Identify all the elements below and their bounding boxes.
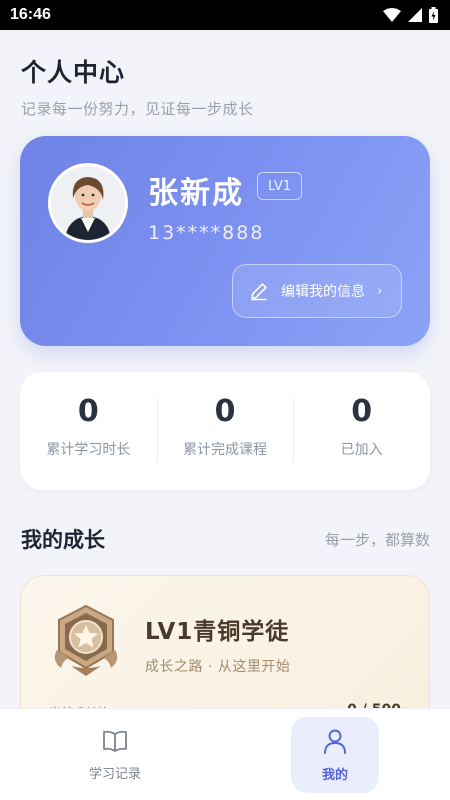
- user-icon: [323, 728, 347, 758]
- wifi-icon: [383, 8, 401, 22]
- rank-subtitle: 成长之路 · 从这里开始: [145, 659, 291, 675]
- growth-section-title: 我的成长: [21, 528, 105, 552]
- rank-title: LV1青铜学徒: [145, 619, 290, 645]
- status-time: 16:46: [10, 6, 51, 23]
- user-phone: 13****888: [148, 222, 265, 244]
- edit-profile-button[interactable]: 编辑我的信息 ›: [232, 264, 402, 318]
- bronze-medal-icon: [49, 604, 123, 682]
- nav-item-study-records[interactable]: 学习记录: [71, 717, 159, 793]
- stat-label: 累计完成课程: [183, 442, 267, 458]
- status-bar: 16:46: [0, 0, 450, 30]
- stat-label: 累计学习时长: [46, 442, 131, 458]
- book-icon: [102, 729, 128, 757]
- growth-section-hint: 每一步，都算数: [324, 531, 430, 549]
- stat-joined[interactable]: 0 已加入: [293, 372, 430, 490]
- page-title: 个人中心: [21, 58, 126, 87]
- stats-card: 0 累计学习时长 0 累计完成课程 0 已加入: [20, 372, 430, 490]
- edit-icon: [249, 281, 269, 301]
- stat-study-time[interactable]: 0 累计学习时长: [20, 372, 157, 490]
- stat-completed-courses[interactable]: 0 累计完成课程: [156, 372, 294, 490]
- profile-card: 张新成 LV1 13****888 编辑我的信息 ›: [20, 136, 430, 346]
- stat-label: 已加入: [340, 442, 383, 458]
- nav-item-mine[interactable]: 我的: [291, 717, 379, 793]
- stat-value: 0: [351, 394, 373, 429]
- signal-icon: [408, 8, 422, 22]
- battery-icon: [429, 7, 438, 23]
- status-icons: [383, 7, 438, 23]
- chevron-right-icon: ›: [377, 283, 383, 299]
- nav-label: 学习记录: [88, 766, 141, 782]
- bottom-nav: 学习记录 我的: [0, 708, 450, 800]
- stat-value: 0: [214, 394, 236, 429]
- edit-profile-label: 编辑我的信息: [281, 284, 365, 300]
- page-subtitle: 记录每一份努力，见证每一步成长: [21, 100, 254, 118]
- nav-label: 我的: [321, 767, 348, 783]
- user-name: 张新成: [148, 176, 244, 211]
- stat-value: 0: [77, 394, 99, 429]
- level-badge: LV1: [257, 172, 302, 200]
- avatar[interactable]: [48, 163, 128, 243]
